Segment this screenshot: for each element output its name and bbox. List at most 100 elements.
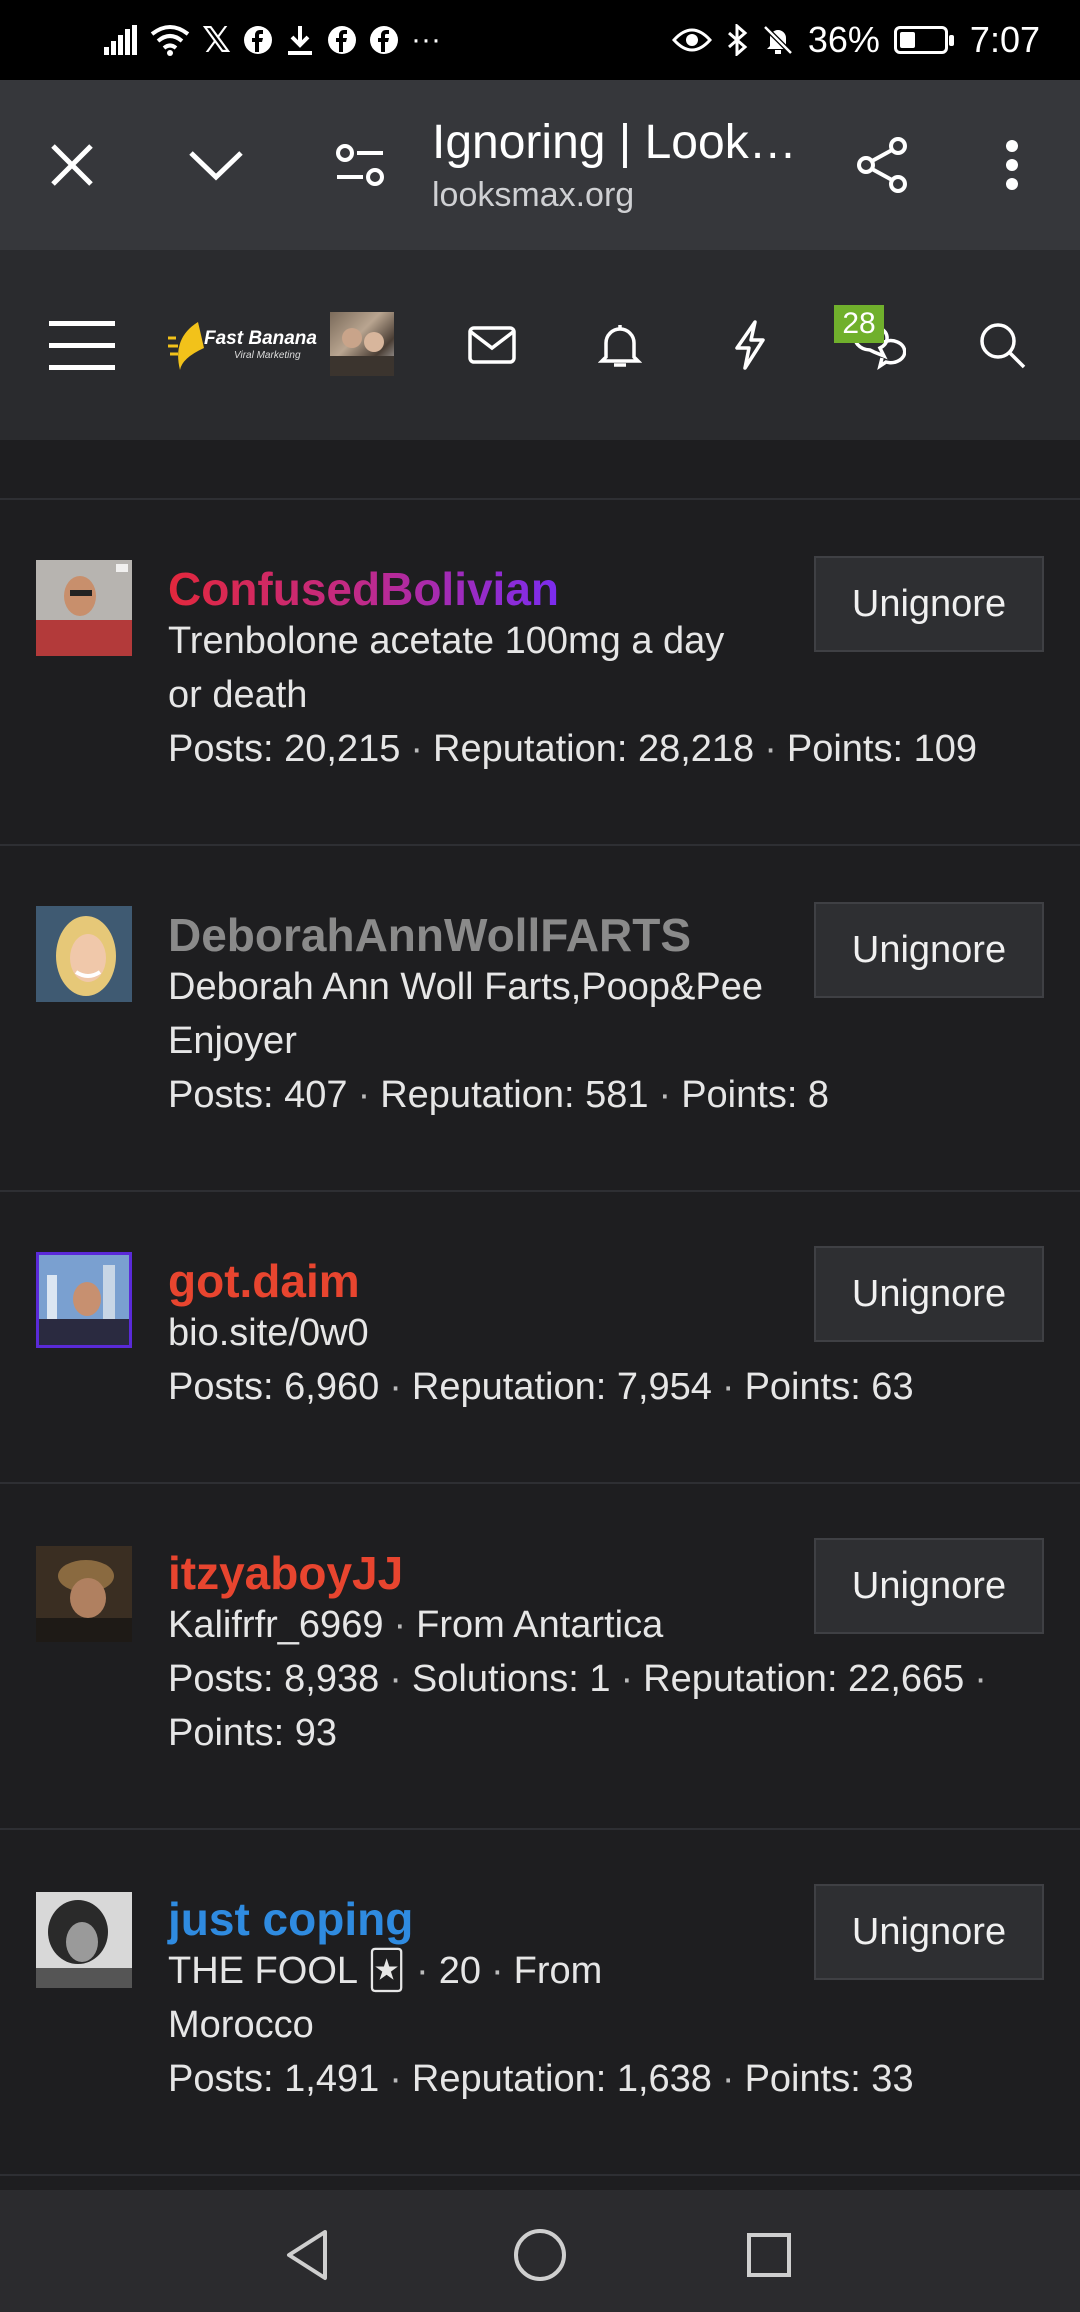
status-left: 𝕏 ··· bbox=[104, 19, 441, 61]
separator: · bbox=[410, 728, 424, 770]
logo-subtext: Viral Marketing bbox=[234, 350, 301, 361]
search-button[interactable] bbox=[962, 305, 1042, 385]
unignore-button[interactable]: Unignore bbox=[814, 556, 1044, 652]
stat-posts[interactable]: Posts: 6,960 bbox=[168, 1366, 379, 1408]
more-menu-button[interactable] bbox=[972, 125, 1052, 205]
username-link[interactable]: got.daim bbox=[168, 1254, 360, 1308]
unignore-button[interactable]: Unignore bbox=[814, 902, 1044, 998]
avatar[interactable] bbox=[36, 1252, 132, 1348]
inbox-button[interactable] bbox=[452, 305, 532, 385]
back-button[interactable] bbox=[272, 2220, 342, 2290]
search-icon bbox=[980, 323, 1026, 369]
wifi-icon bbox=[150, 25, 190, 56]
chevron-down-icon bbox=[189, 151, 243, 181]
bolt-icon bbox=[735, 320, 765, 370]
signal-icon bbox=[104, 25, 137, 55]
fast-banana-ad-logo[interactable]: Fast Banana Viral Marketing bbox=[168, 318, 317, 374]
avatar-photo bbox=[36, 906, 132, 1002]
user-custom-title: THE FOOL 🃏 bbox=[168, 1950, 407, 1992]
separator: · bbox=[490, 1950, 504, 1992]
unignore-button[interactable]: Unignore bbox=[814, 1538, 1044, 1634]
stat-reputation[interactable]: Reputation: 22,665 bbox=[643, 1658, 964, 1700]
user-location-label: From bbox=[513, 1950, 603, 1992]
user-title-line: Enjoyer bbox=[168, 1020, 297, 1062]
whats-new-button[interactable] bbox=[710, 305, 790, 385]
user-stats: Posts: 6,960 · Reputation: 7,954 · Points: 6… bbox=[168, 1360, 914, 1414]
envelope-icon bbox=[468, 326, 516, 364]
separator: · bbox=[974, 1658, 987, 1700]
stat-reputation[interactable]: Reputation: 1,638 bbox=[412, 2058, 712, 2100]
stat-points[interactable]: Points: 109 bbox=[787, 728, 977, 770]
stat-reputation[interactable]: Reputation: 28,218 bbox=[433, 728, 754, 770]
home-button[interactable] bbox=[505, 2220, 575, 2290]
avatar-photo bbox=[39, 1255, 129, 1345]
stat-points[interactable]: Points: 33 bbox=[745, 2058, 914, 2100]
separator: · bbox=[721, 2058, 735, 2100]
stat-posts[interactable]: Posts: 1,491 bbox=[168, 2058, 379, 2100]
stat-reputation[interactable]: Reputation: 7,954 bbox=[412, 1366, 712, 1408]
facebook-icon bbox=[244, 26, 273, 54]
hamburger-menu-button[interactable] bbox=[42, 305, 122, 385]
close-tab-button[interactable] bbox=[32, 125, 112, 205]
list-item: just coping THE FOOL 🃏 · 20 · From Morocco P… bbox=[0, 1830, 1080, 2176]
bell-icon bbox=[598, 325, 642, 367]
avatar[interactable] bbox=[36, 1546, 132, 1642]
user-stats: Posts: 1,491 · Reputation: 1,638 · Points: 3… bbox=[168, 2052, 914, 2106]
stat-solutions[interactable]: Solutions: 1 bbox=[412, 1658, 611, 1700]
separator: · bbox=[620, 1658, 634, 1700]
bluetooth-icon bbox=[727, 24, 748, 56]
menu-icon bbox=[49, 321, 115, 370]
more-icon: ··· bbox=[411, 23, 441, 56]
separator: · bbox=[389, 1658, 402, 1700]
user-title-line: Trenbolone acetate 100mg a day bbox=[168, 620, 725, 662]
browser-toolbar: Ignoring | Look… looksmax.org bbox=[0, 80, 1080, 250]
unignore-button[interactable]: Unignore bbox=[814, 1884, 1044, 1980]
stat-posts[interactable]: Posts: 8,938 bbox=[168, 1658, 379, 1700]
page-title-block[interactable]: Ignoring | Look… looksmax.org bbox=[432, 115, 812, 215]
alerts-button[interactable] bbox=[580, 305, 660, 385]
recents-button[interactable] bbox=[734, 2220, 804, 2290]
user-title: Deborah Ann Woll Farts,Poop&Pee Enjoyer bbox=[168, 960, 763, 1068]
avatar[interactable] bbox=[36, 560, 132, 656]
x-icon: 𝕏 bbox=[202, 19, 232, 60]
site-settings-button[interactable] bbox=[320, 125, 400, 205]
separator: · bbox=[721, 1366, 735, 1408]
user-title-line: or death bbox=[168, 674, 308, 716]
chat-count-badge: 28 bbox=[834, 305, 884, 343]
username-link[interactable]: DeborahAnnWollFARTS bbox=[168, 908, 691, 962]
separator: · bbox=[389, 2058, 402, 2100]
user-stats: Posts: 407 · Reputation: 581 · Points: 8 bbox=[168, 1068, 829, 1122]
tune-icon bbox=[336, 144, 384, 186]
avatar[interactable] bbox=[36, 1892, 132, 1988]
close-icon bbox=[51, 144, 93, 186]
separator: · bbox=[764, 728, 777, 770]
status-right: 36% 7:07 bbox=[671, 19, 1040, 61]
share-icon bbox=[857, 137, 907, 193]
unignore-button[interactable]: Unignore bbox=[814, 1246, 1044, 1342]
user-location[interactable]: Morocco bbox=[168, 1998, 602, 2052]
minimize-button[interactable] bbox=[176, 125, 256, 205]
stat-points[interactable]: Points: 8 bbox=[681, 1074, 829, 1116]
stat-points[interactable]: Points: 63 bbox=[745, 1366, 914, 1408]
user-title: Trenbolone acetate 100mg a day or death bbox=[168, 614, 724, 722]
facebook-icon bbox=[328, 26, 357, 54]
list-item: got.daim bio.site/0w0 Posts: 6,960 · Reput… bbox=[0, 1192, 1080, 1484]
avatar[interactable] bbox=[36, 906, 132, 1002]
user-avatar[interactable] bbox=[330, 312, 394, 376]
share-button[interactable] bbox=[842, 125, 922, 205]
user-stats-cont: Points: 93 bbox=[168, 1706, 337, 1760]
username-link[interactable]: itzyaboyJJ bbox=[168, 1546, 403, 1600]
stat-points[interactable]: Points: 93 bbox=[168, 1712, 337, 1754]
username-link[interactable]: just coping bbox=[168, 1892, 413, 1946]
stat-reputation[interactable]: Reputation: 581 bbox=[380, 1074, 648, 1116]
download-icon bbox=[288, 26, 313, 55]
user-title: bio.site/0w0 bbox=[168, 1306, 369, 1360]
eye-icon bbox=[671, 28, 712, 52]
user-title-line[interactable]: bio.site/0w0 bbox=[168, 1306, 369, 1360]
stat-posts[interactable]: Posts: 20,215 bbox=[168, 728, 400, 770]
stat-posts[interactable]: Posts: 407 bbox=[168, 1074, 348, 1116]
username-link[interactable]: ConfusedBolivian bbox=[168, 562, 559, 616]
user-location[interactable]: From Antartica bbox=[416, 1604, 663, 1646]
bell-off-icon bbox=[763, 25, 793, 55]
avatar-photo bbox=[36, 1546, 132, 1642]
